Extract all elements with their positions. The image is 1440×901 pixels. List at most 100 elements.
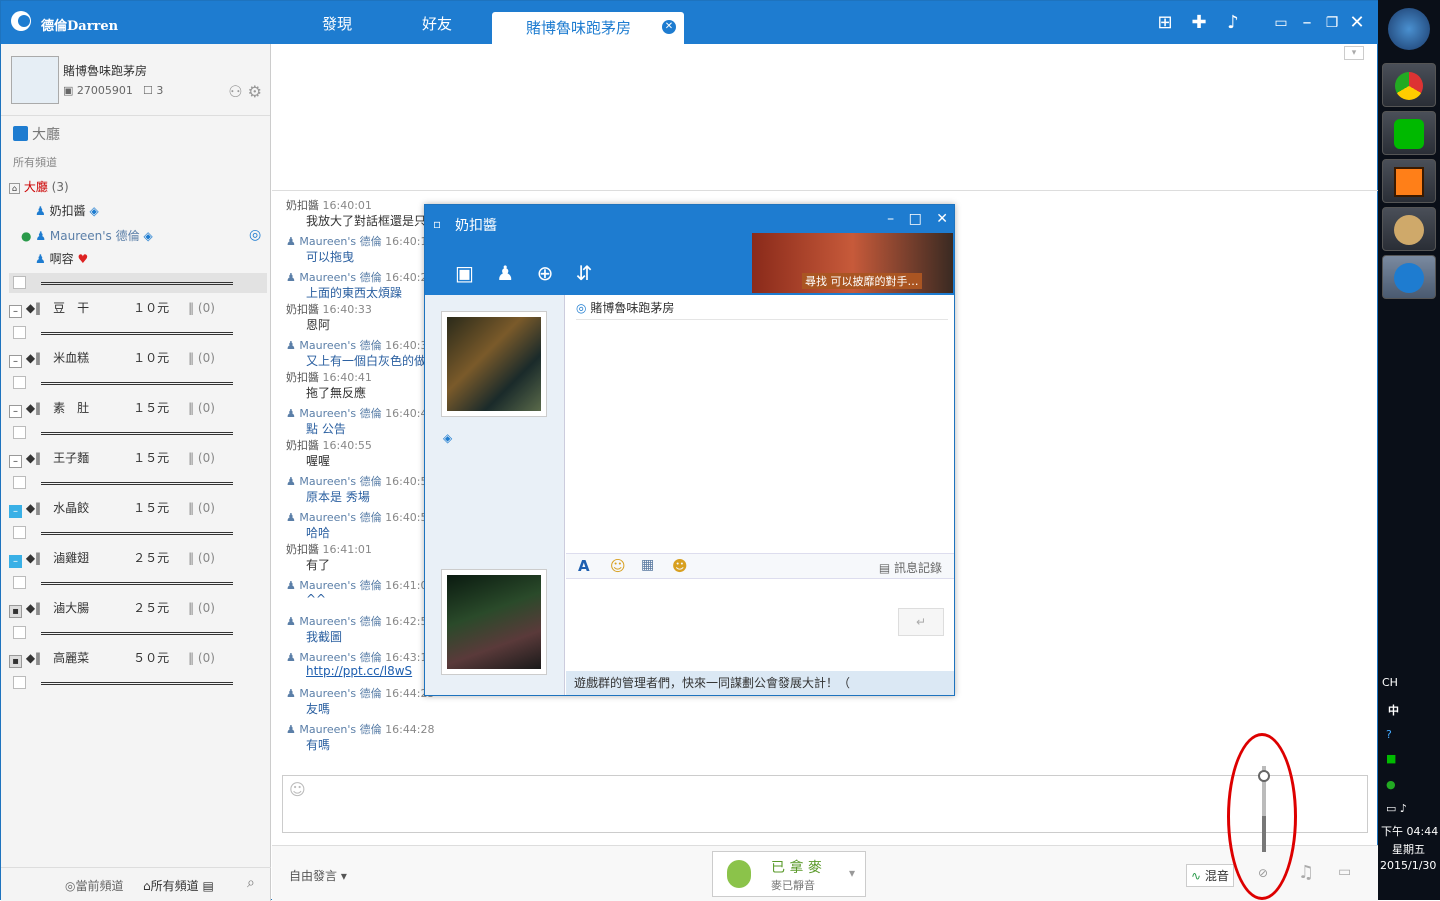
app-taskbar-icon[interactable]	[1382, 255, 1436, 299]
member-item[interactable]: ♟ 奶扣醬 ◈	[35, 202, 99, 219]
my-photo[interactable]	[441, 569, 547, 675]
collapse-announcement-button[interactable]: ▾	[1344, 46, 1364, 60]
member-item[interactable]: ● ♟ Maureen's 德倫 ◈	[21, 227, 153, 244]
paint-icon[interactable]	[1382, 207, 1436, 251]
channel-row[interactable]: – ◆‖ 豆 干 １０元 ‖ (0)	[9, 299, 215, 318]
emoji-icon[interactable]: ☺	[610, 557, 626, 575]
member-count: ☐ 3	[143, 84, 164, 97]
username[interactable]: 德倫Darren	[41, 15, 118, 34]
highlight-annotation	[1227, 733, 1297, 900]
line-tray-icon[interactable]: ■	[1386, 752, 1396, 765]
section-title: 大廳	[13, 124, 60, 144]
message-link[interactable]: http://ppt.cc/l8wS	[306, 664, 412, 678]
search-icon[interactable]: ⌕	[247, 875, 255, 891]
message-text: 有嗎	[306, 738, 331, 752]
file-transfer-icon[interactable]: ⇵	[576, 261, 593, 285]
message-text: 原本是 秀場	[306, 490, 370, 504]
separator-row[interactable]	[9, 573, 267, 593]
clock-time[interactable]: 下午 04:44	[1381, 823, 1438, 839]
app-logo-icon	[11, 11, 31, 31]
emoji-icon[interactable]: ☺	[289, 780, 306, 799]
all-channels-button[interactable]: ⌂所有頻道 ▤	[143, 877, 214, 894]
popup-input[interactable]: ↵	[566, 580, 954, 670]
close-icon[interactable]: ✕	[936, 211, 948, 227]
room-location[interactable]: ◎ 賭博魯味跑茅房	[576, 299, 674, 316]
advertisement-banner[interactable]: 尋找 可以披靡的對手…	[752, 233, 953, 293]
channel-row[interactable]: – ◆‖ 水晶餃 １５元 ‖ (0)	[9, 499, 215, 518]
separator-row[interactable]	[9, 373, 267, 393]
member-item[interactable]: ♟ 啊容 ♥	[35, 250, 88, 267]
popup-ticker: 遊戲群的管理者們，快來一同謀劃公會發展大計！（	[566, 671, 954, 695]
start-button-icon[interactable]	[1388, 8, 1430, 50]
separator-row[interactable]	[9, 423, 267, 443]
font-icon[interactable]: A	[578, 557, 590, 575]
restore-icon[interactable]: ❐	[1321, 13, 1343, 33]
message-header: ♟ Maureen's 德倫 16:40:47	[286, 407, 435, 420]
chevron-down-icon[interactable]: ▾	[849, 866, 855, 880]
wink-icon[interactable]: ☻	[672, 557, 688, 575]
separator-row[interactable]	[9, 323, 267, 343]
separator-row[interactable]	[9, 623, 267, 643]
network-icon[interactable]: ▭ ♪	[1386, 802, 1407, 815]
menu-icon[interactable]: ▭	[1270, 13, 1292, 33]
maximize-icon[interactable]: □	[909, 211, 922, 227]
channel-row[interactable]: ▪ ◆‖ 高麗菜 ５０元 ‖ (0)	[9, 649, 215, 668]
sidebar: 賭博魯味跑茅房 ▣ 27005901 ☐ 3 ⚇ ⚙ 大廳 所有頻道 ⌂ 大廳 …	[1, 44, 271, 901]
location-icon[interactable]: ◎	[249, 227, 261, 243]
minimize-icon[interactable]: –	[1296, 13, 1318, 33]
remove-user-icon[interactable]: ♟	[496, 261, 514, 285]
close-icon[interactable]: ✕	[1346, 13, 1368, 33]
info-tray-icon[interactable]: ●	[1386, 778, 1396, 791]
line-icon[interactable]	[1382, 111, 1436, 155]
mix-button[interactable]: ∿ 混音	[1186, 864, 1234, 887]
tab-discover[interactable]: 發現	[322, 13, 352, 34]
add-user-icon[interactable]: ⚇ ⚙	[228, 82, 262, 101]
channel-row[interactable]: ▪ ◆‖ 滷大腸 ２５元 ‖ (0)	[9, 599, 215, 618]
ime-indicator[interactable]: 中	[1388, 702, 1399, 718]
contact-photo[interactable]	[441, 311, 547, 417]
image-icon[interactable]: ▦	[641, 557, 654, 573]
separator-row[interactable]	[9, 523, 267, 543]
message-header: ♟ Maureen's 德倫 16:40:55	[286, 475, 435, 488]
current-channel-button[interactable]: ◎當前頻道	[65, 877, 124, 894]
mic-button[interactable]: 已 拿 麥 麥已靜音 ▾	[712, 851, 866, 897]
chrome-icon[interactable]	[1382, 63, 1436, 107]
separator-row[interactable]	[9, 673, 267, 693]
speak-mode-dropdown[interactable]: 自由發言 ▾	[289, 867, 347, 884]
channel-row[interactable]: – ◆‖ 米血糕 １０元 ‖ (0)	[9, 349, 215, 368]
close-tab-icon[interactable]: ✕	[662, 20, 676, 34]
channel-row[interactable]: – ◆‖ 滷雞翅 ２５元 ‖ (0)	[9, 549, 215, 568]
tab-room[interactable]: 賭博魯味跑茅房 ✕	[492, 12, 684, 44]
illustrator-icon[interactable]	[1382, 159, 1436, 203]
diamond-badge-icon: ◈	[443, 431, 453, 445]
clock-date: 2015/1/30	[1380, 859, 1437, 872]
bell-icon[interactable]: ♪	[1222, 13, 1244, 33]
separator-row[interactable]	[9, 273, 267, 293]
message-text: ^^	[306, 592, 327, 606]
message-text: 上面的東西太煩躁	[306, 286, 403, 300]
help-icon[interactable]: ?	[1386, 728, 1392, 741]
message-text: 又上有一個白灰色的做	[306, 354, 427, 368]
record-icon[interactable]: ▭	[1338, 864, 1351, 880]
chat-input[interactable]: ☺	[282, 775, 1368, 833]
diamond-badge-icon: ◈	[89, 204, 99, 218]
lobby-row[interactable]: ⌂ 大廳 (3)	[9, 178, 69, 195]
gamepad-icon[interactable]: ✚	[1188, 13, 1210, 33]
popup-toolbar: ▣ ♟ ⊕ ⇵	[455, 261, 608, 285]
speaker-icon[interactable]: ♫	[1298, 862, 1314, 883]
folder-icon[interactable]: ▣	[455, 261, 474, 285]
history-button[interactable]: ▤ 訊息記錄	[879, 559, 942, 576]
send-button[interactable]: ↵	[898, 608, 944, 636]
add-chat-icon[interactable]: ⊕	[537, 261, 554, 285]
window-controls: – □ ✕	[877, 211, 948, 227]
language-indicator[interactable]: CH	[1382, 676, 1398, 689]
separator-row[interactable]	[9, 473, 267, 493]
channel-row[interactable]: – ◆‖ 素 肚 １５元 ‖ (0)	[9, 399, 215, 418]
avatar[interactable]	[11, 56, 59, 104]
channel-row[interactable]: – ◆‖ 王子麵 １５元 ‖ (0)	[9, 449, 215, 468]
minimize-icon[interactable]: –	[887, 211, 894, 227]
message-header: ♟ Maureen's 德倫 16:44:28	[286, 723, 435, 736]
tab-friends[interactable]: 好友	[422, 13, 452, 34]
gift-icon[interactable]: ⊞	[1154, 13, 1176, 33]
all-channels-label: 所有頻道	[13, 156, 57, 169]
